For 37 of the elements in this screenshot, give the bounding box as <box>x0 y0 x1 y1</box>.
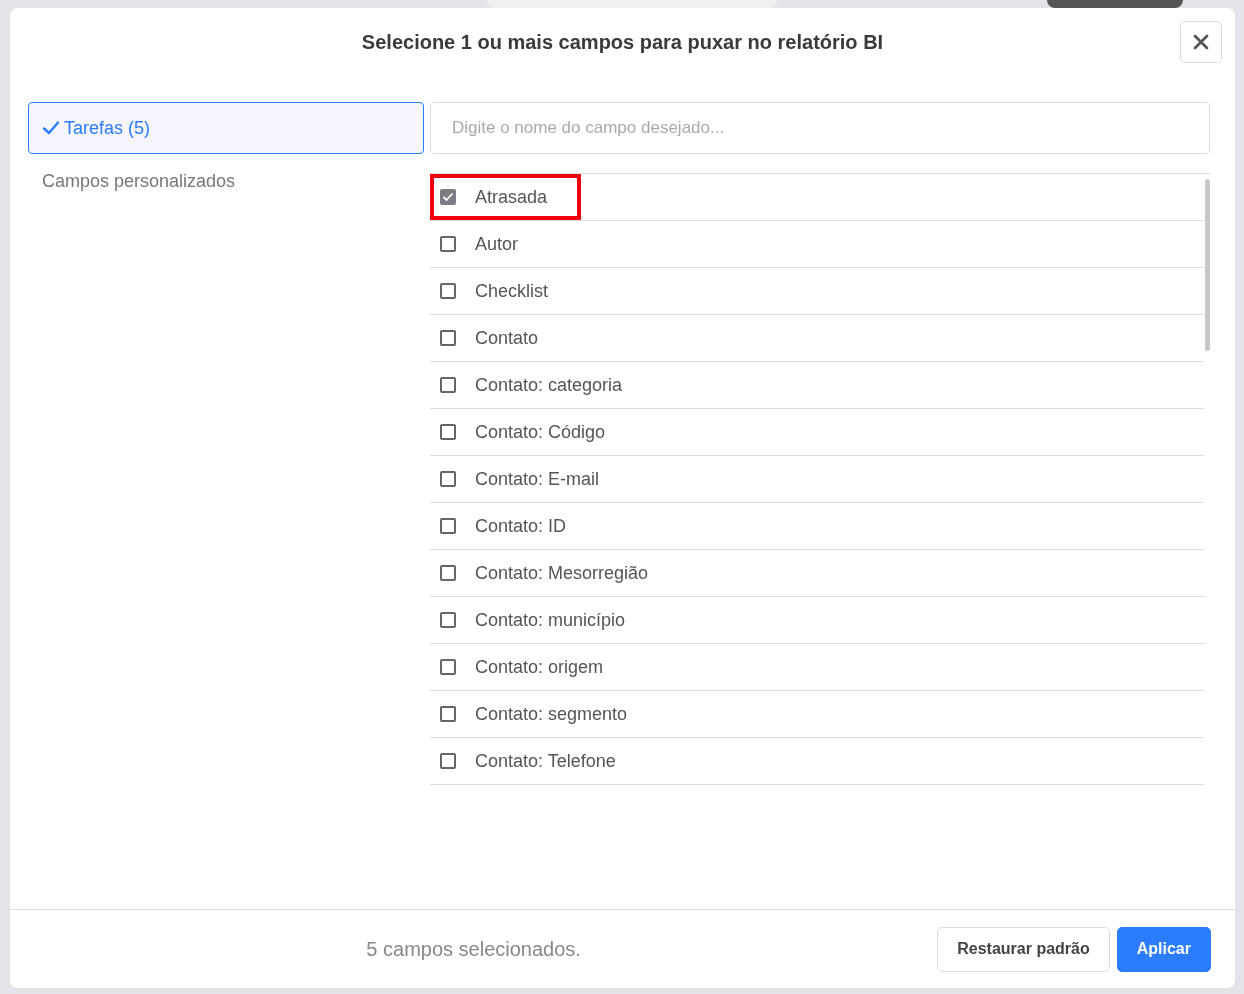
checkbox[interactable] <box>440 659 456 675</box>
checkbox[interactable] <box>440 330 456 346</box>
field-option[interactable]: Autor <box>430 222 529 266</box>
field-option[interactable]: Contato: município <box>430 598 636 642</box>
scrollbar[interactable] <box>1205 179 1210 351</box>
checkbox[interactable] <box>440 518 456 534</box>
check-icon <box>42 120 60 136</box>
field-option[interactable]: Contato: segmento <box>430 692 638 736</box>
close-button[interactable] <box>1180 21 1222 63</box>
checkbox[interactable] <box>440 753 456 769</box>
field-option[interactable]: Contato: ID <box>430 504 577 548</box>
field-option[interactable]: Contato: Telefone <box>430 739 626 783</box>
checkbox[interactable] <box>440 612 456 628</box>
apply-button[interactable]: Aplicar <box>1116 926 1211 972</box>
checkbox[interactable] <box>440 706 456 722</box>
checkbox[interactable] <box>440 565 456 581</box>
field-option[interactable]: Contato: Mesorregião <box>430 551 659 595</box>
checkbox[interactable] <box>440 471 456 487</box>
sidebar-item[interactable]: Tarefas (5) <box>28 102 424 154</box>
checkbox[interactable] <box>440 236 456 252</box>
field-option[interactable]: Contato: origem <box>430 645 614 689</box>
checkbox[interactable] <box>440 189 456 205</box>
selection-count-text: 5 campos selecionados. <box>365 937 582 961</box>
field-option[interactable]: Contato: E-mail <box>430 457 610 501</box>
search-field[interactable]: Digite o nome do campo desejado... <box>430 102 1210 154</box>
sidebar-item[interactable]: Campos personalizados <box>28 154 424 208</box>
field-option[interactable]: Contato: categoria <box>430 363 633 407</box>
field-option[interactable]: Atrasada <box>430 174 582 220</box>
field-option[interactable]: Contato <box>430 316 549 360</box>
checkbox[interactable] <box>440 424 456 440</box>
restore-default-button[interactable]: Restaurar padrão <box>937 926 1110 972</box>
checkbox[interactable] <box>440 377 456 393</box>
field-option[interactable]: Contato: Código <box>430 410 616 454</box>
dialog-title: Selecione 1 ou mais campos para puxar no relatório BI <box>361 30 884 55</box>
checkbox[interactable] <box>440 283 456 299</box>
close-icon <box>1193 34 1209 50</box>
field-option[interactable]: Checklist <box>430 269 559 313</box>
